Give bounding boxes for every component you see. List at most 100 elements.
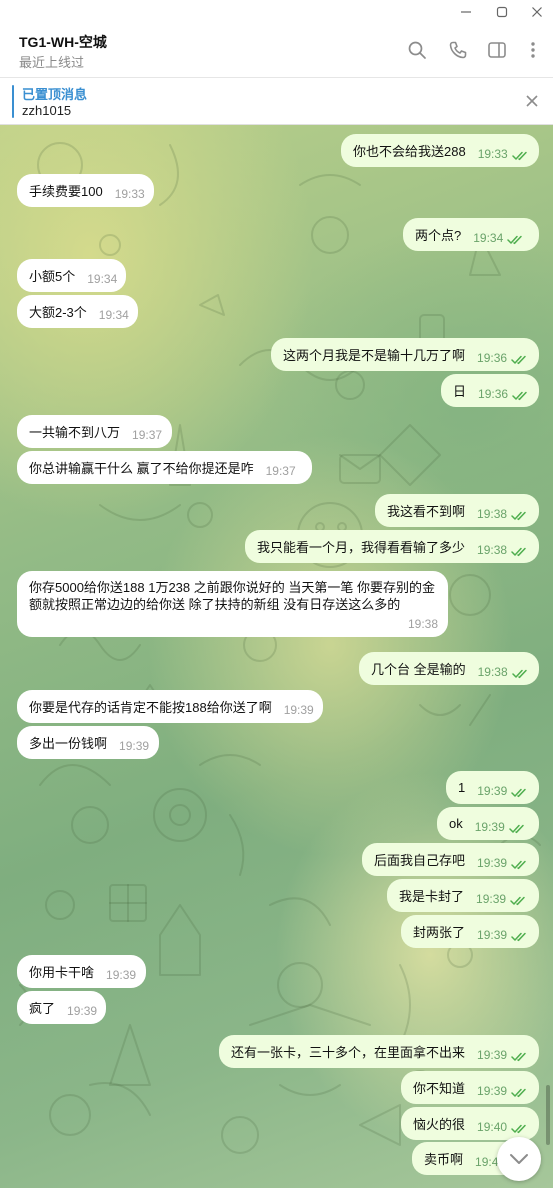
outgoing-message[interactable]: 你不知道 19:39: [401, 1071, 539, 1104]
outgoing-message[interactable]: 我只能看一个月，我得看看输了多少 19:38: [245, 530, 539, 563]
read-receipt-icon: [511, 663, 530, 678]
read-receipt-icon: [511, 854, 529, 869]
message-time: 19:38: [477, 506, 508, 521]
message-time: 19:39: [474, 819, 505, 834]
message-time: 19:39: [477, 855, 508, 870]
outgoing-message[interactable]: 你也不会给我送288 19:33: [341, 134, 539, 167]
message-time: 19:39: [283, 702, 314, 717]
outgoing-message[interactable]: 两个点? 19:34: [403, 218, 539, 251]
outgoing-message[interactable]: 日 19:36: [441, 374, 539, 407]
outgoing-message[interactable]: 这两个月我是不是输十几万了啊 19:36: [271, 338, 539, 371]
close-pinned-icon[interactable]: [521, 90, 543, 112]
message-text: 你用卡干啥: [29, 965, 95, 980]
message-text: 疯了: [29, 1001, 56, 1016]
chevron-down-icon: [510, 1154, 528, 1164]
message-time: 19:38: [477, 542, 508, 557]
message-text: 后面我自己存吧: [374, 853, 466, 868]
chat-history[interactable]: 你也不会给我送288 19:33 手续费要100 19:33 两个点? 19:34 小额5个…: [0, 125, 553, 1188]
message-time: 19:36: [478, 386, 509, 401]
incoming-message[interactable]: 手续费要100 19:33: [17, 174, 154, 207]
message-text: 日: [453, 384, 467, 399]
message-time: 19:40: [477, 1119, 508, 1134]
message-text: 几个台 全是输的: [371, 662, 466, 677]
message-text: 你总讲输赢干什么 赢了不给你提还是咋: [29, 461, 254, 476]
incoming-message[interactable]: 多出一份钱啊 19:39: [17, 726, 159, 759]
outgoing-message[interactable]: 我是卡封了 19:39: [387, 879, 539, 912]
minimize-icon[interactable]: [454, 2, 478, 22]
read-receipt-icon: [511, 926, 529, 941]
message-time: 19:36: [477, 350, 508, 365]
message-text: 我是卡封了: [399, 889, 465, 904]
incoming-message[interactable]: 你存5000给你送188 1万238 之前跟你说好的 当天第一笔 你要存别的金额…: [17, 571, 448, 637]
chat-header: TG1-WH-空城 最近上线过: [0, 24, 553, 78]
message-time: 19:38: [477, 664, 508, 679]
message-text: 1: [458, 780, 466, 795]
message-text: 你不知道: [413, 1081, 466, 1096]
outgoing-message[interactable]: 我这看不到啊 19:38: [375, 494, 539, 527]
message-text: 你存5000给你送188 1万238 之前跟你说好的 当天第一笔 你要存别的金额…: [29, 580, 435, 612]
read-receipt-icon: [511, 145, 530, 160]
message-time: 19:37: [265, 463, 296, 478]
message-time: 19:39: [477, 1083, 508, 1098]
pinned-title: 已置顶消息: [22, 87, 88, 102]
maximize-icon[interactable]: [490, 2, 514, 22]
incoming-message[interactable]: 疯了 19:39: [17, 991, 106, 1024]
outgoing-message[interactable]: 几个台 全是输的 19:38: [359, 652, 539, 685]
message-text: 两个点?: [415, 228, 462, 243]
outgoing-message[interactable]: 后面我自己存吧 19:39: [362, 843, 539, 876]
incoming-message[interactable]: 大额2-3个 19:34: [17, 295, 138, 328]
message-time: 19:39: [476, 891, 507, 906]
read-receipt-icon: [509, 818, 527, 833]
message-text: 多出一份钱啊: [29, 736, 108, 751]
pinned-accent-line: [12, 85, 14, 118]
phone-icon[interactable]: [446, 38, 470, 62]
last-seen-status: 最近上线过: [19, 55, 85, 70]
message-text: 一共输不到八万: [29, 425, 121, 440]
read-receipt-icon: [512, 385, 530, 400]
message-text: 你也不会给我送288: [353, 144, 466, 159]
incoming-message[interactable]: 你用卡干啥 19:39: [17, 955, 146, 988]
message-text: 小额5个: [29, 269, 76, 284]
read-receipt-icon: [511, 782, 529, 797]
message-text: 我这看不到啊: [387, 504, 466, 519]
scroll-to-bottom-button[interactable]: [497, 1137, 541, 1181]
read-receipt-icon: [511, 541, 529, 556]
message-time: 19:39: [106, 967, 137, 982]
outgoing-message[interactable]: 恼火的很 19:40: [401, 1107, 539, 1140]
message-text: 你要是代存的话肯定不能按188给你送了啊: [29, 700, 272, 715]
message-time: 19:39: [477, 783, 508, 798]
incoming-message[interactable]: 你要是代存的话肯定不能按188给你送了啊 19:39: [17, 690, 323, 723]
message-text: 手续费要100: [29, 184, 103, 199]
chat-title[interactable]: TG1-WH-空城: [19, 32, 107, 52]
more-icon[interactable]: [521, 38, 545, 62]
message-time: 19:37: [132, 427, 163, 442]
message-text: 我只能看一个月，我得看看输了多少: [257, 540, 466, 555]
incoming-message[interactable]: 你总讲输赢干什么 赢了不给你提还是咋 19:37: [17, 451, 312, 484]
sidebar-icon[interactable]: [485, 38, 509, 62]
message-time: 19:34: [98, 307, 129, 322]
read-receipt-icon: [511, 1046, 529, 1061]
read-receipt-icon: [511, 1082, 529, 1097]
close-icon[interactable]: [525, 2, 549, 22]
message-text: 这两个月我是不是输十几万了啊: [283, 348, 466, 363]
message-time: 19:33: [114, 186, 145, 201]
message-time: 19:39: [477, 927, 508, 942]
outgoing-message[interactable]: 封两张了 19:39: [401, 915, 539, 948]
pinned-message-bar[interactable]: 已置顶消息 zzh1015: [0, 78, 553, 125]
outgoing-message[interactable]: 1 19:39: [446, 771, 539, 804]
message-time: 19:34: [87, 271, 118, 286]
incoming-message[interactable]: 小额5个 19:34: [17, 259, 126, 292]
read-receipt-icon: [510, 890, 528, 905]
search-icon[interactable]: [405, 38, 429, 62]
outgoing-message[interactable]: 还有一张卡，三十多个，在里面拿不出来 19:39: [219, 1035, 539, 1068]
message-time: 19:38: [407, 617, 438, 631]
message-text: 卖币啊: [424, 1152, 464, 1167]
read-receipt-icon: [511, 349, 529, 364]
message-text: 大额2-3个: [29, 305, 87, 320]
chat-scrollbar[interactable]: [546, 1085, 550, 1145]
message-text: 恼火的很: [413, 1117, 466, 1132]
message-time: 19:34: [473, 230, 504, 245]
outgoing-message[interactable]: ok 19:39: [437, 807, 539, 840]
message-text: 还有一张卡，三十多个，在里面拿不出来: [231, 1045, 466, 1060]
incoming-message[interactable]: 一共输不到八万 19:37: [17, 415, 172, 448]
